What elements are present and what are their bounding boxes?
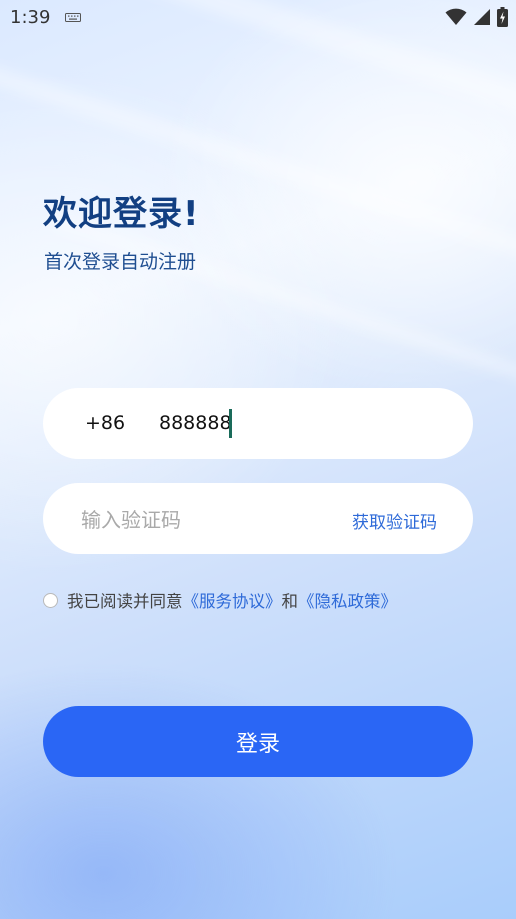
text-caret — [229, 409, 232, 438]
battery-charging-icon — [497, 7, 508, 27]
status-time: 1:39 — [10, 7, 51, 28]
status-bar: 1:39 — [0, 0, 516, 36]
privacy-policy-link[interactable]: 《隐私政策》 — [298, 588, 397, 612]
signal-icon — [474, 9, 490, 25]
wifi-icon — [445, 8, 467, 25]
agreement-row: 我已阅读并同意 《服务协议》 和 《隐私政策》 — [43, 589, 397, 611]
page-title: 欢迎登录! — [43, 194, 200, 234]
page-subtitle: 首次登录自动注册 — [44, 251, 197, 273]
service-agreement-link[interactable]: 《服务协议》 — [183, 588, 282, 612]
agreement-text: 我已阅读并同意 — [67, 592, 183, 611]
phone-field[interactable]: +86 888888 — [43, 388, 473, 459]
country-code[interactable]: +86 — [85, 412, 125, 434]
verification-code-input[interactable] — [79, 483, 323, 556]
phone-input[interactable]: 888888 — [159, 412, 232, 434]
keyboard-icon — [65, 13, 81, 22]
login-button[interactable]: 登录 — [43, 706, 473, 777]
get-code-button[interactable]: 获取验证码 — [352, 508, 437, 533]
system-icons — [445, 7, 508, 27]
agreement-checkbox[interactable] — [43, 592, 58, 608]
agreement-conjunction: 和 — [281, 592, 299, 611]
verification-code-field[interactable]: 获取验证码 — [43, 483, 473, 556]
